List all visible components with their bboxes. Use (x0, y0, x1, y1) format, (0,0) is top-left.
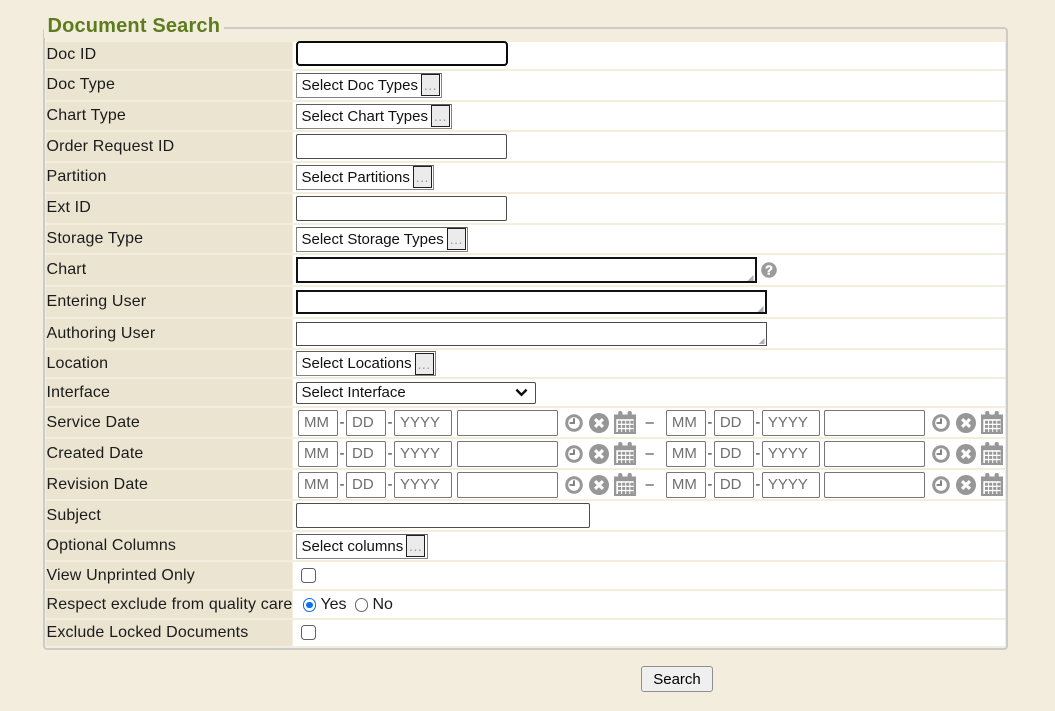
svg-text:?: ? (765, 263, 773, 278)
